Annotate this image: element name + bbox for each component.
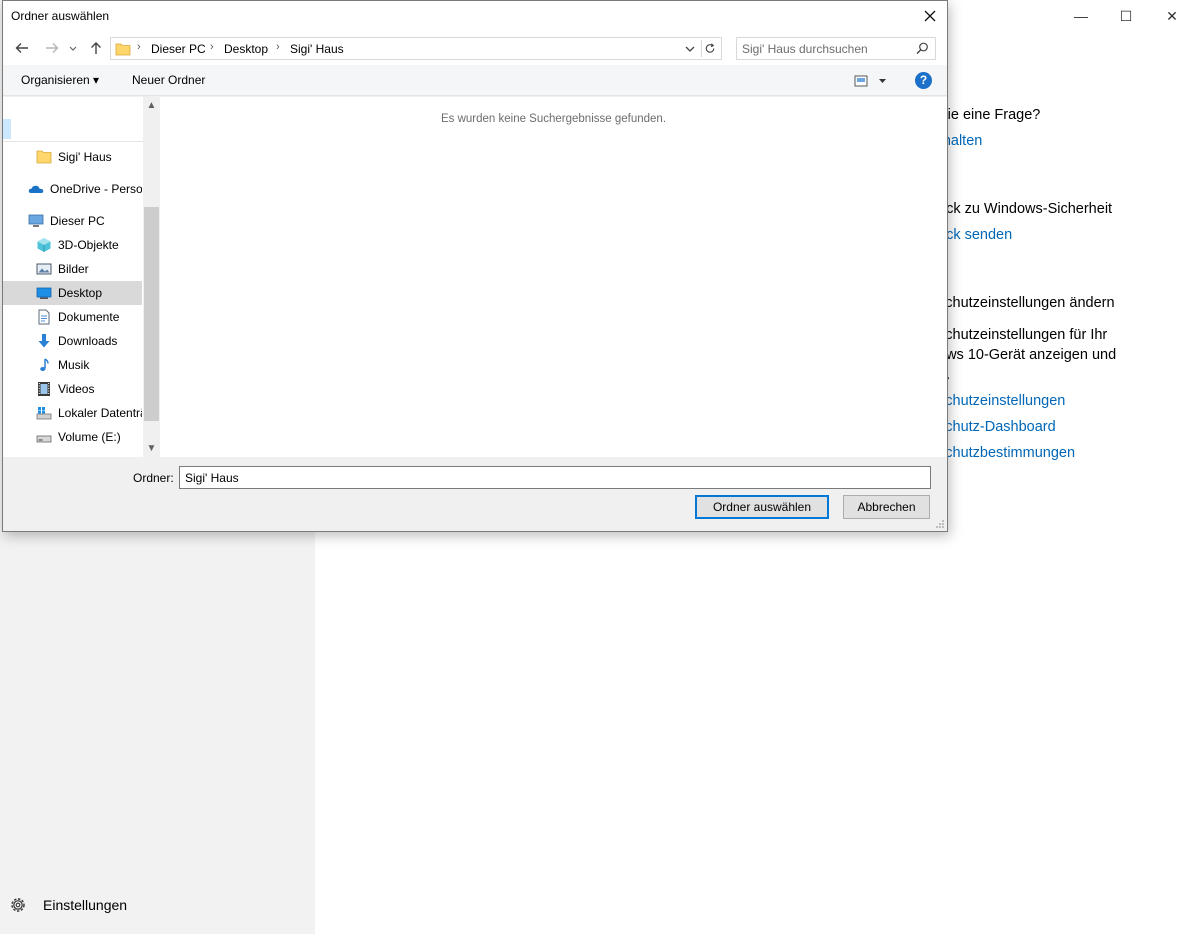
tree-item-label: Dieser PC xyxy=(50,214,105,228)
videos-icon xyxy=(38,382,50,396)
command-toolbar: Organisieren ▾ Neuer Ordner ? xyxy=(3,65,947,96)
folder-icon xyxy=(36,150,52,164)
folder-name-input[interactable] xyxy=(179,466,931,489)
music-icon xyxy=(40,358,49,371)
tree-item-downloads[interactable]: Downloads xyxy=(3,329,142,353)
breadcrumb-desktop[interactable]: Desktop xyxy=(224,42,268,56)
recent-locations-chevron-icon[interactable] xyxy=(67,39,79,57)
folder-icon xyxy=(115,43,131,56)
empty-results-message: Es wurden keine Suchergebnisse gefunden. xyxy=(440,113,667,125)
up-arrow-icon[interactable] xyxy=(87,39,105,57)
drive-icon xyxy=(36,435,52,443)
address-bar[interactable]: › Dieser PC › Desktop › Sigi' Haus xyxy=(110,37,722,60)
dialog-close-icon[interactable] xyxy=(919,5,941,27)
change-view-icon[interactable] xyxy=(853,73,889,89)
tree-item-label: Bilder xyxy=(58,262,89,276)
tree-item-label: Sigi' Haus xyxy=(58,150,112,164)
tree-item-label: Desktop xyxy=(58,286,103,300)
onedrive-icon xyxy=(28,185,44,193)
file-list-area[interactable]: Es wurden keine Suchergebnisse gefunden. xyxy=(160,97,947,457)
new-folder-button[interactable]: Neuer Ordner xyxy=(132,73,205,87)
maximize-button[interactable]: ☐ xyxy=(1116,6,1136,26)
documents-icon xyxy=(38,309,50,325)
refresh-icon[interactable] xyxy=(701,40,718,57)
tree-item-onedrive[interactable]: OneDrive - Persor xyxy=(3,177,142,201)
dialog-footer: Ordner: Ordner auswählen Abbrechen xyxy=(3,457,947,531)
downloads-icon xyxy=(38,334,50,348)
tree-item-label: OneDrive - Persor xyxy=(50,182,142,196)
scroll-down-icon[interactable]: ▼ xyxy=(143,440,160,457)
folder-picker-dialog: Ordner auswählen › Dieser PC › Desktop ›… xyxy=(2,0,948,532)
scrollbar-thumb[interactable] xyxy=(144,207,159,421)
select-folder-button[interactable]: Ordner auswählen xyxy=(695,495,829,519)
search-input[interactable]: Sigi' Haus durchsuchen xyxy=(736,37,936,60)
forward-arrow-icon[interactable] xyxy=(43,39,61,57)
tree-divider xyxy=(3,141,143,142)
breadcrumb-sigi-haus[interactable]: Sigi' Haus xyxy=(290,42,344,56)
back-arrow-icon[interactable] xyxy=(13,39,31,57)
tree-item-desktop[interactable]: Desktop xyxy=(3,281,142,305)
tree-item-sigi-haus[interactable]: Sigi' Haus xyxy=(3,145,142,169)
minimize-button[interactable]: — xyxy=(1071,6,1091,26)
tree-item-bilder[interactable]: Bilder xyxy=(3,257,142,281)
tree-item-label: Lokaler Datenträ xyxy=(58,406,142,420)
3d-objects-icon xyxy=(37,238,51,252)
tree-item-videos[interactable]: Videos xyxy=(3,377,142,401)
cancel-button[interactable]: Abbrechen xyxy=(843,495,930,519)
settings-link[interactable]: Einstellungen xyxy=(8,894,127,916)
feedback-heading: ack zu Windows-Sicherheit xyxy=(938,201,1113,217)
send-feedback-link[interactable]: ack senden xyxy=(938,227,1012,243)
tree-item-label: 3D-Objekte xyxy=(58,238,119,252)
tree-item-label: Volume (E:) xyxy=(58,430,121,444)
privacy-dashboard-link[interactable]: schutz-Dashboard xyxy=(938,419,1056,435)
gear-icon xyxy=(11,898,25,912)
navigation-bar: › Dieser PC › Desktop › Sigi' Haus Sigi'… xyxy=(3,31,947,65)
privacy-statement-link[interactable]: schutzbestimmungen xyxy=(938,445,1075,461)
privacy-description-line-2: ows 10-Gerät anzeigen und xyxy=(938,347,1117,363)
navigation-pane: Sigi' Haus OneDrive - Persor Dieser PC 3… xyxy=(3,97,160,457)
pc-icon xyxy=(28,214,44,227)
navigation-pane-scrollbar[interactable]: ▲ ▼ xyxy=(143,97,160,457)
tree-item-dieser-pc[interactable]: Dieser PC xyxy=(3,209,142,233)
tree-item-label: Downloads xyxy=(58,334,118,348)
resize-grip-icon[interactable] xyxy=(935,519,945,529)
pictures-icon xyxy=(36,263,52,275)
privacy-heading: schutzeinstellungen ändern xyxy=(938,295,1115,311)
breadcrumb-chevron-icon[interactable]: › xyxy=(210,41,214,53)
tree-item-lokaler-datentraeger[interactable]: Lokaler Datenträ xyxy=(3,401,142,425)
tree-selection-marker xyxy=(3,119,11,139)
settings-label: Einstellungen xyxy=(43,897,128,913)
organize-menu-button[interactable]: Organisieren ▾ xyxy=(21,73,99,87)
privacy-settings-link[interactable]: schutzeinstellungen xyxy=(938,393,1065,409)
dialog-title: Ordner auswählen xyxy=(11,9,110,23)
dialog-titlebar: Ordner auswählen xyxy=(3,1,947,31)
search-placeholder: Sigi' Haus durchsuchen xyxy=(742,42,868,56)
scroll-up-icon[interactable]: ▲ xyxy=(143,97,160,114)
breadcrumb-chevron-icon[interactable]: › xyxy=(276,41,280,53)
privacy-description-line-1: schutzeinstellungen für Ihr xyxy=(938,327,1108,343)
tree-item-volume-e[interactable]: Volume (E:) xyxy=(3,425,142,449)
address-dropdown-icon[interactable] xyxy=(683,41,697,57)
local-drive-icon xyxy=(36,407,52,420)
folder-label: Ordner: xyxy=(133,471,174,485)
window-close-button[interactable]: ✕ xyxy=(1162,6,1182,26)
breadcrumb-chevron-icon[interactable]: › xyxy=(137,41,141,53)
tree-item-dokumente[interactable]: Dokumente xyxy=(3,305,142,329)
search-icon xyxy=(916,42,928,55)
tree-item-3d-objekte[interactable]: 3D-Objekte xyxy=(3,233,142,257)
desktop-icon xyxy=(36,287,52,299)
tree-item-label: Musik xyxy=(58,358,90,372)
breadcrumb-dieser-pc[interactable]: Dieser PC xyxy=(151,42,206,56)
question-heading: Sie eine Frage? xyxy=(938,107,1041,123)
tree-item-label: Videos xyxy=(58,382,95,396)
tree-item-musik[interactable]: Musik xyxy=(3,353,142,377)
help-icon[interactable]: ? xyxy=(915,72,932,89)
tree-item-label: Dokumente xyxy=(58,310,120,324)
